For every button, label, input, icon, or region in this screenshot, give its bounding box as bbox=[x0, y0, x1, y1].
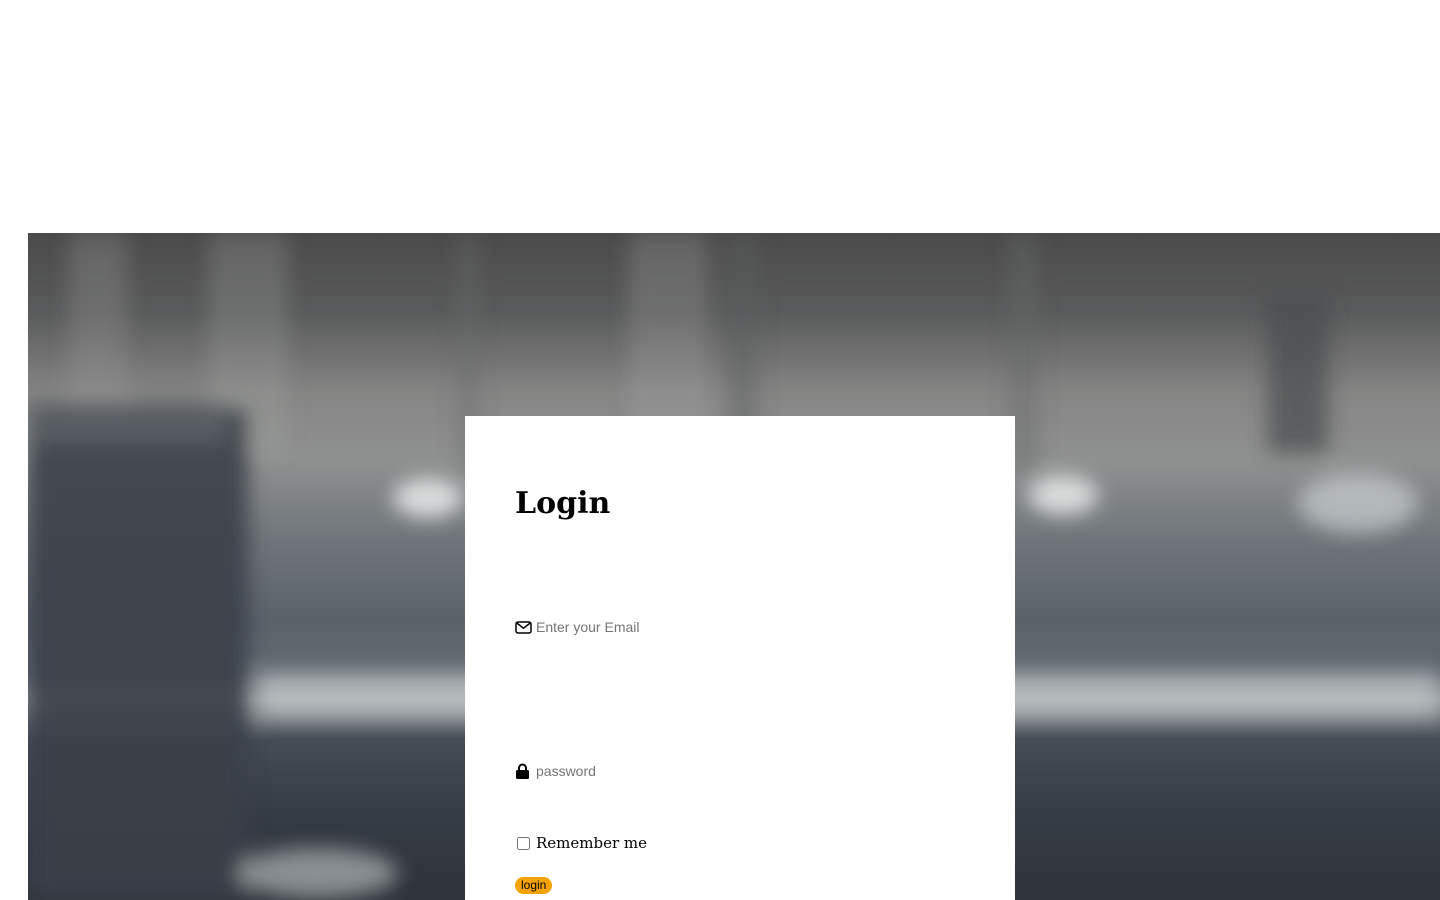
password-input[interactable] bbox=[536, 763, 896, 779]
login-button[interactable]: login bbox=[515, 877, 553, 894]
password-field bbox=[515, 760, 915, 782]
remember-me-checkbox[interactable] bbox=[517, 836, 530, 850]
login-card: Login Remember me login bbox=[465, 416, 1015, 900]
envelope-icon bbox=[515, 619, 532, 636]
remember-me-label: Remember me bbox=[536, 834, 648, 852]
email-input[interactable] bbox=[536, 619, 896, 635]
email-field bbox=[515, 616, 915, 638]
login-title: Login bbox=[515, 486, 611, 521]
remember-me[interactable]: Remember me bbox=[517, 834, 647, 852]
lock-icon bbox=[515, 763, 532, 780]
